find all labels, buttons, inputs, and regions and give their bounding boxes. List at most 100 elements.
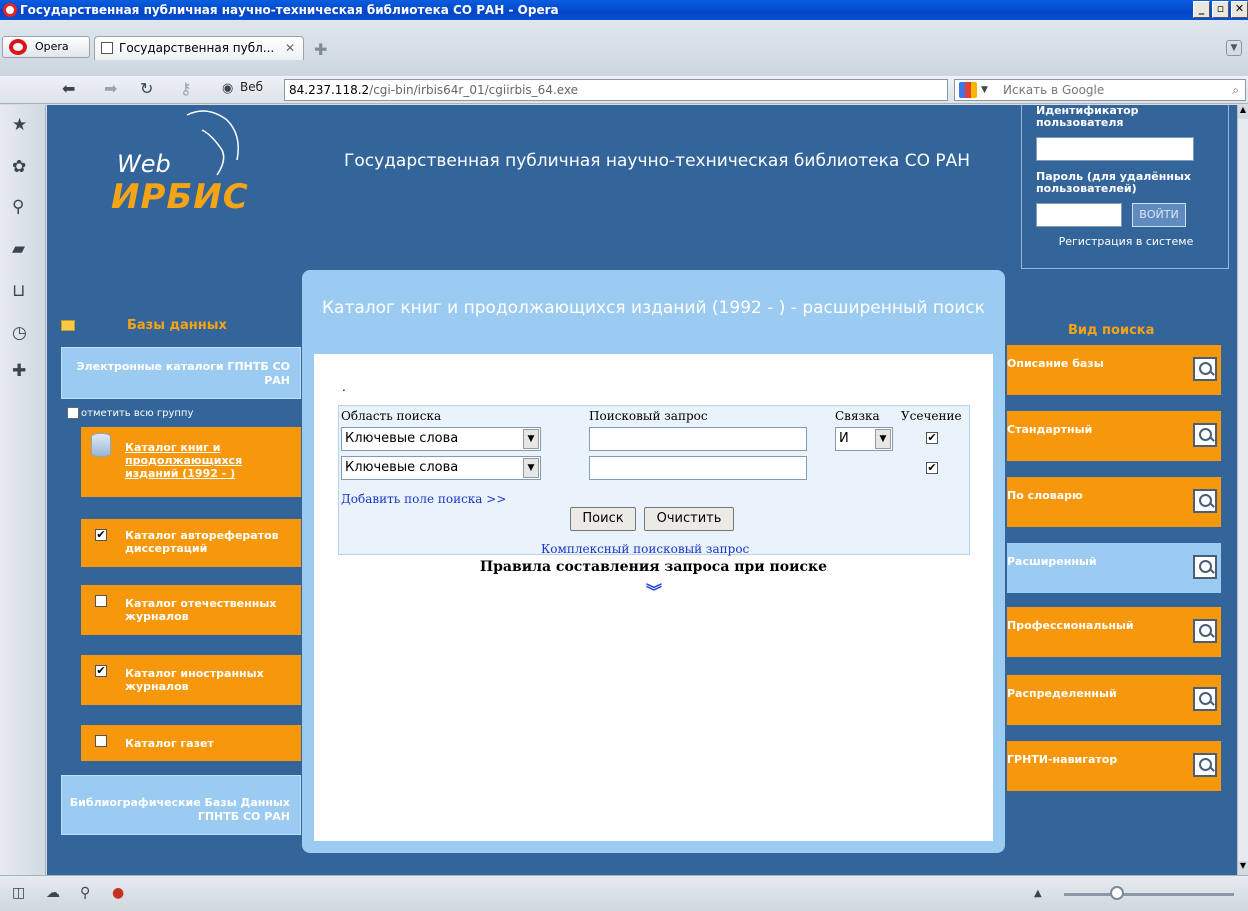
address-bar[interactable]: 84.237.118.2/cgi-bin/irbis64r_01/cgiirbi… (284, 79, 948, 101)
db-domestic-checkbox[interactable] (95, 595, 107, 607)
chevron-down-icon[interactable]: ▼ (523, 458, 539, 478)
maximize-button[interactable]: ▫ (1212, 1, 1229, 18)
db-item-foreign-journals[interactable]: ✔ Каталог иностранных журналов (81, 655, 301, 705)
magnifier-icon[interactable] (1193, 687, 1217, 711)
magnifier-icon[interactable] (1193, 489, 1217, 513)
search-type-professional[interactable]: Профессиональный (1007, 607, 1221, 657)
search-area-select-2[interactable]: Ключевые слова ▼ (341, 456, 541, 480)
db-item-domestic-journals[interactable]: Каталог отечественных журналов (81, 585, 301, 635)
new-tab-icon[interactable]: ✚ (314, 40, 327, 59)
vertical-scrollbar[interactable]: ▲ ▼ (1237, 105, 1248, 875)
search-panel: Каталог книг и продолжающихся изданий (1… (302, 270, 1005, 853)
search-query-input-1[interactable] (589, 427, 807, 451)
search-area-select-1[interactable]: Ключевые слова ▼ (341, 427, 541, 451)
search-type-dictionary[interactable]: По словарю (1007, 477, 1221, 527)
password-label: Пароль (для удалённых пользователей) (1036, 170, 1191, 195)
magnifier-icon[interactable] (1193, 357, 1217, 381)
db-newspapers-checkbox[interactable] (95, 735, 107, 747)
user-id-input[interactable] (1036, 137, 1194, 161)
search-type-grnti[interactable]: ГРНТИ-навигатор (1007, 741, 1221, 791)
search-button[interactable]: Поиск (570, 507, 636, 531)
scroll-up-icon[interactable]: ▲ (1238, 105, 1248, 119)
zoom-slider-handle[interactable] (1110, 886, 1124, 900)
browser-tab[interactable]: Государственная публ... ✕ (94, 36, 304, 60)
clear-button[interactable]: Очистить (644, 507, 734, 531)
panel-toggle-icon[interactable]: ◫ (12, 885, 25, 901)
bookmarks-icon[interactable]: ★ (12, 115, 27, 135)
databases-heading-text: Базы данных (127, 318, 227, 333)
db-item-abstracts[interactable]: ✔ Каталог авторефератов диссертаций (81, 519, 301, 567)
opera-menu-button[interactable]: Opera (2, 36, 90, 58)
web-badge[interactable]: Веб (240, 80, 263, 94)
add-search-field-link[interactable]: Добавить поле поиска >> (341, 492, 506, 506)
truncation-checkbox-2[interactable]: ✔ (926, 462, 938, 474)
query-rules-heading[interactable]: Правила составления запроса при поиске (314, 559, 993, 575)
db-abstracts-checkbox[interactable]: ✔ (95, 529, 107, 541)
tab-menu-icon[interactable]: ▼ (1226, 40, 1242, 56)
search-type-description[interactable]: Описание базы (1007, 345, 1221, 395)
forward-icon[interactable]: ➡ (104, 79, 117, 99)
opera-menu-label: Opera (35, 40, 69, 53)
status-bar: ◫ ☁ ⚲ ● ▲ (0, 875, 1248, 911)
widgets-icon[interactable]: ✿ (12, 157, 26, 177)
search-input[interactable]: ▼ Искать в Google ⌕ (954, 79, 1246, 101)
double-chevron-down-icon[interactable]: ︾ (646, 578, 662, 602)
group-electronic-catalogs[interactable]: Электронные каталоги ГПНТБ СО РАН (61, 347, 301, 399)
db-item-books-label[interactable]: Каталог книг и продолжающихся изданий (1… (125, 441, 295, 480)
search-type-distributed[interactable]: Распределенный (1007, 675, 1221, 725)
link-select-1[interactable]: И ▼ (835, 427, 893, 451)
folder-icon (61, 320, 75, 331)
minimize-button[interactable]: _ (1193, 1, 1210, 18)
search-type-label: Описание базы (1007, 357, 1104, 370)
chevron-down-icon[interactable]: ▼ (523, 429, 539, 449)
notification-icon[interactable]: ● (112, 885, 124, 901)
db-item-abstracts-label: Каталог авторефератов диссертаций (125, 529, 279, 555)
opera-icon (9, 39, 27, 55)
login-button[interactable]: ВОЙТИ (1132, 203, 1186, 227)
search-type-advanced[interactable]: Расширенный (1007, 543, 1221, 593)
magnifier-icon[interactable] (1193, 423, 1217, 447)
magnifier-icon[interactable] (1193, 619, 1217, 643)
reload-icon[interactable]: ↻ (140, 79, 153, 99)
db-item-newspapers[interactable]: Каталог газет (81, 725, 301, 761)
search-type-label: Расширенный (1007, 555, 1097, 568)
notes-icon[interactable]: ▰ (12, 239, 25, 259)
downloads-icon[interactable]: ⊔ (12, 281, 25, 301)
tab-close-icon[interactable]: ✕ (285, 37, 295, 59)
password-input[interactable] (1036, 203, 1122, 227)
truncation-checkbox-1[interactable]: ✔ (926, 432, 938, 444)
unite-icon[interactable]: ⚲ (12, 197, 24, 217)
search-icon[interactable]: ⌕ (1232, 80, 1239, 100)
scroll-down-icon[interactable]: ▼ (1238, 861, 1248, 875)
zoom-slider-track[interactable] (1064, 893, 1234, 896)
page-icon (101, 42, 113, 54)
search-area-value-2: Ключевые слова (345, 460, 459, 475)
url-path: /cgi-bin/irbis64r_01/cgiirbis_64.exe (369, 83, 579, 97)
history-icon[interactable]: ◷ (12, 323, 27, 343)
register-link[interactable]: Регистрация в системе (1022, 235, 1230, 248)
unite-status-icon[interactable]: ⚲ (80, 885, 90, 901)
google-icon (959, 82, 977, 98)
url-host: 84.237.118.2 (289, 83, 370, 97)
search-type-label: По словарю (1007, 489, 1083, 502)
close-button[interactable]: ✕ (1231, 1, 1248, 18)
search-engine-dropdown-icon[interactable]: ▼ (981, 80, 988, 100)
search-query-input-2[interactable] (589, 456, 807, 480)
chevron-down-icon[interactable]: ▼ (875, 429, 891, 449)
group-bibliographic-databases[interactable]: Библиографические Базы Данных ГПНТБ СО Р… (61, 775, 301, 835)
add-panel-icon[interactable]: ✚ (12, 361, 26, 381)
back-icon[interactable]: ⬅ (62, 79, 75, 99)
search-type-label: Стандартный (1007, 423, 1093, 436)
cloud-icon[interactable]: ☁ (46, 885, 60, 901)
magnifier-icon[interactable] (1193, 753, 1217, 777)
complex-query-link[interactable]: Комплексный поисковый запрос (541, 542, 749, 556)
db-foreign-checkbox[interactable]: ✔ (95, 665, 107, 677)
search-placeholder: Искать в Google (1003, 83, 1105, 97)
zoom-menu-icon[interactable]: ▲ (1034, 888, 1042, 899)
mark-all-checkbox[interactable]: отметить всю группу (67, 407, 193, 419)
search-type-standard[interactable]: Стандартный (1007, 411, 1221, 461)
mark-all-box[interactable] (67, 407, 79, 419)
key-icon[interactable]: ⚷ (180, 79, 192, 99)
magnifier-icon[interactable] (1193, 555, 1217, 579)
db-item-books[interactable]: Каталог книг и продолжающихся изданий (1… (81, 427, 301, 497)
